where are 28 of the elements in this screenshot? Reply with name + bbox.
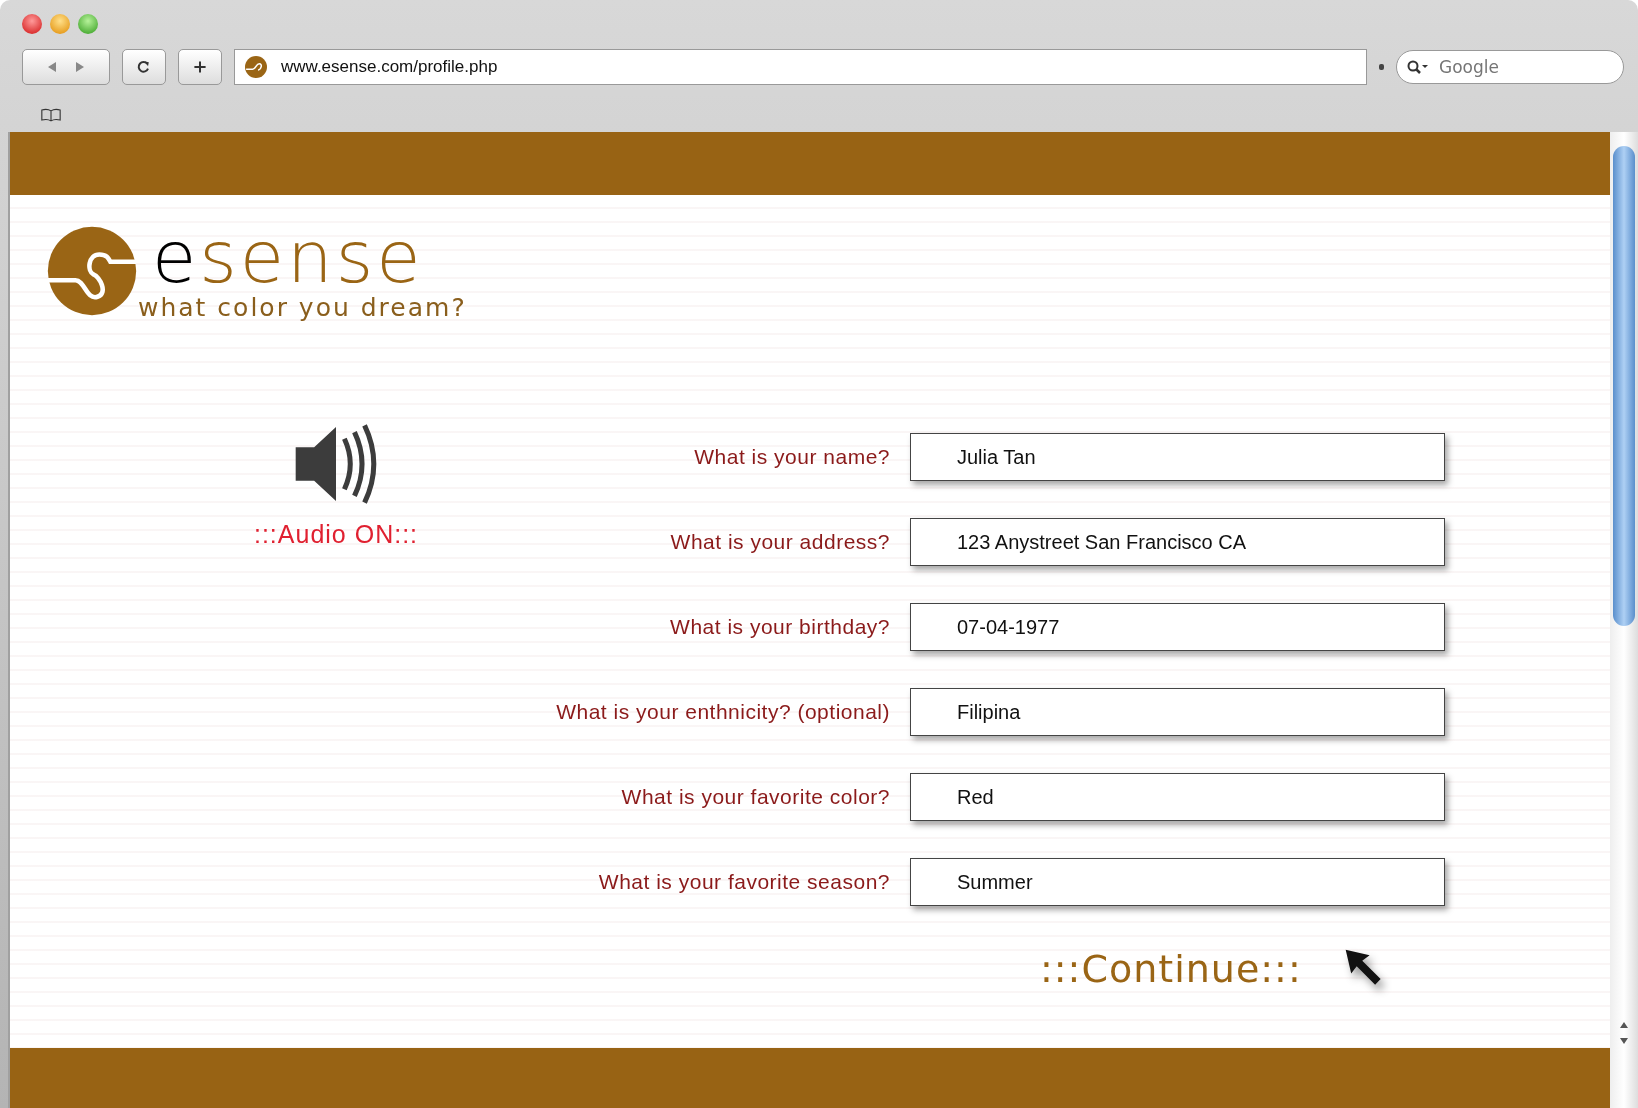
field-label: What is your enthnicity? (optional) [556, 700, 890, 724]
bookmarks-icon[interactable] [40, 106, 62, 122]
input-field[interactable]: Red [910, 773, 1445, 821]
field-label: What is your name? [694, 445, 890, 469]
logo-wordmark: esense [152, 221, 424, 293]
reload-button[interactable] [122, 49, 166, 86]
close-button[interactable] [22, 14, 42, 34]
field-label: What is your favorite season? [598, 870, 890, 894]
scrollbar[interactable] [1610, 132, 1638, 1108]
input-field[interactable]: Julia Tan [910, 433, 1445, 481]
add-bookmark-button[interactable] [178, 49, 222, 86]
audio-toggle-link[interactable]: :::Audio ON::: [253, 520, 419, 549]
search-field[interactable]: Google [1396, 50, 1624, 85]
input-field[interactable]: 07-04-1977 [910, 603, 1445, 651]
continue-link[interactable]: :::Continue::: [1040, 947, 1302, 991]
tagline: what color you dream? [138, 293, 467, 322]
site-logo-icon [245, 56, 267, 79]
field-label: What is your birthday? [670, 615, 890, 639]
input-field[interactable]: Filipina [910, 688, 1445, 736]
field-label: What is your favorite color? [621, 785, 890, 809]
logo-icon [46, 225, 138, 317]
back-forward-buttons[interactable] [22, 49, 110, 86]
input-field[interactable]: 123 Anystreet San Francisco CA [910, 518, 1445, 566]
address-field[interactable]: www.esense.com/profile.php [234, 49, 1367, 86]
plus-icon [192, 59, 208, 76]
input-field[interactable]: Summer [910, 858, 1445, 906]
reload-icon [136, 59, 152, 76]
field-label: What is your address? [670, 530, 890, 554]
